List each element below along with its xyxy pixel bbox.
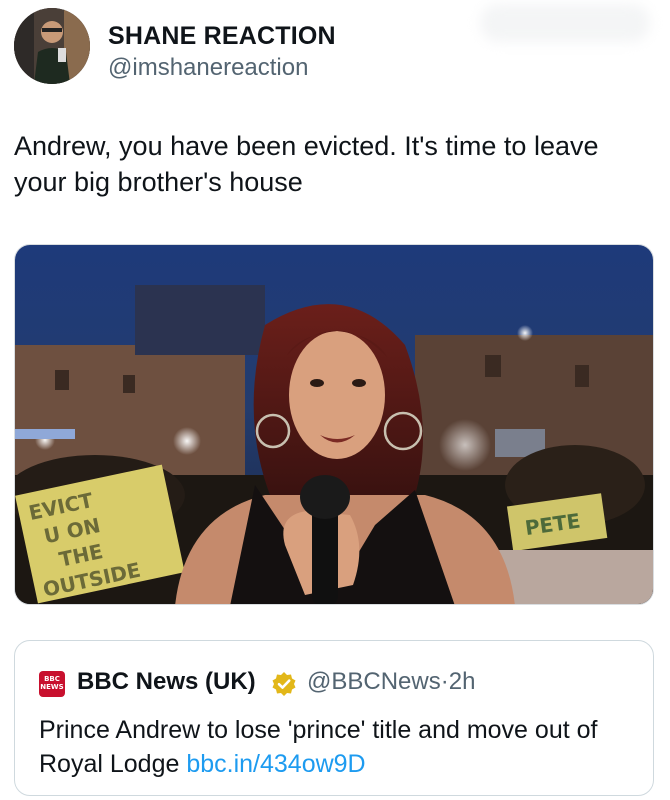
quoted-tweet[interactable]: BBC NEWS BBC News (UK) @BBCNews·2h Princ… [14,640,654,796]
tweet-text: Andrew, you have been evicted. It's time… [14,131,599,197]
quoted-display-name[interactable]: BBC News (UK) [77,668,256,696]
author-display-name[interactable]: SHANE REACTION [108,22,336,51]
tweet-media-image[interactable]: EVICT U ON THE OUTSIDE PETE [14,244,654,605]
blurred-region [480,4,650,42]
quoted-handle[interactable]: @BBCNews [307,668,441,695]
bbc-logo-line-2: NEWS [40,683,64,691]
quoted-link[interactable]: bbc.in/434ow9D [186,750,365,778]
quoted-tweet-text: Prince Andrew to lose 'prince' title and… [39,713,639,781]
bbc-logo-line-1: BBC [44,675,60,683]
bbc-news-logo-icon: BBC NEWS [39,671,65,697]
author-avatar[interactable] [14,8,90,84]
meta-separator: · [440,668,449,695]
quoted-timestamp[interactable]: 2h [449,668,476,695]
quoted-meta: @BBCNews·2h [307,668,475,696]
gold-check-badge-icon [271,671,297,697]
author-handle[interactable]: @imshanereaction [108,54,308,82]
